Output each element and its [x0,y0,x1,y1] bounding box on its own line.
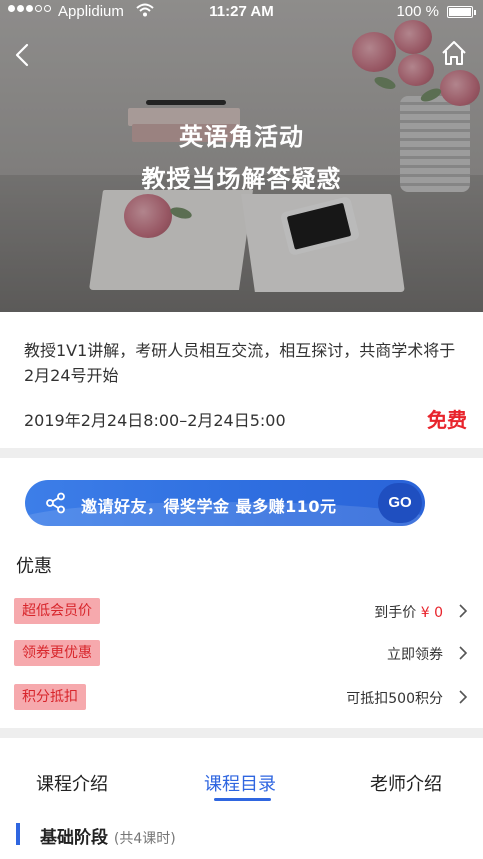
promo-value: 可抵扣500积分 [346,691,443,707]
section-divider [0,728,483,738]
discount-section-title: 优惠 [16,556,52,577]
promo-row-member-price[interactable]: 超低会员价 到手价 ¥ 0 [0,598,483,630]
hero-banner: Applidium 11:27 AM 100 % 英语角活动 教授当场解答疑惑 [0,0,483,312]
promo-value: 立即领券 [387,647,443,663]
home-button[interactable] [439,38,469,68]
stage-accent-bar [16,823,20,845]
chevron-right-icon [459,604,468,618]
hero-title-line1: 英语角活动 [179,123,304,151]
battery-percent: 100 % [396,3,439,20]
chevron-right-icon [459,690,468,704]
event-time: 2019年2月24日8:00–2月24日5:00 [24,411,286,430]
promo-row-points[interactable]: 积分抵扣 可抵扣500积分 [0,684,483,716]
course-stage-header[interactable]: 基础阶段 (共4课时) [0,820,483,850]
promo-row-coupon[interactable]: 领券更优惠 立即领券 [0,640,483,672]
active-tab-indicator [214,798,271,801]
promo-tag: 领券更优惠 [14,640,100,666]
event-description: 教授1V1讲解，考研人员相互交流，相互探讨，共商学术将于2月24号开始 [24,341,456,385]
home-icon [442,41,466,65]
tab-course-intro[interactable]: 课程介绍 [36,770,108,796]
promo-tag: 积分抵扣 [14,684,86,710]
back-icon [15,43,29,67]
back-button[interactable] [10,40,36,70]
hero-title-line2: 教授当场解答疑惑 [141,165,342,193]
promo-tag: 超低会员价 [14,598,100,624]
battery-icon [447,6,476,18]
event-price: 免费 [427,408,467,432]
promo-value: 到手价 ¥ 0 [374,605,443,621]
invite-friends-banner[interactable]: 邀请好友，得奖学金 最多赚110元 GO [25,480,425,526]
tab-teacher-intro[interactable]: 老师介绍 [370,770,442,796]
invite-text: 邀请好友，得奖学金 最多赚110元 [81,497,337,516]
status-bar: Applidium 11:27 AM 100 % [0,0,483,24]
section-divider [0,448,483,458]
share-icon [46,492,65,514]
invite-go-button[interactable]: GO [378,483,422,523]
stage-name: 基础阶段 (共4课时) [40,828,176,848]
stage-lesson-count: (共4课时) [113,831,176,847]
tab-course-catalog[interactable]: 课程目录 [204,770,276,796]
chevron-right-icon [459,646,468,660]
